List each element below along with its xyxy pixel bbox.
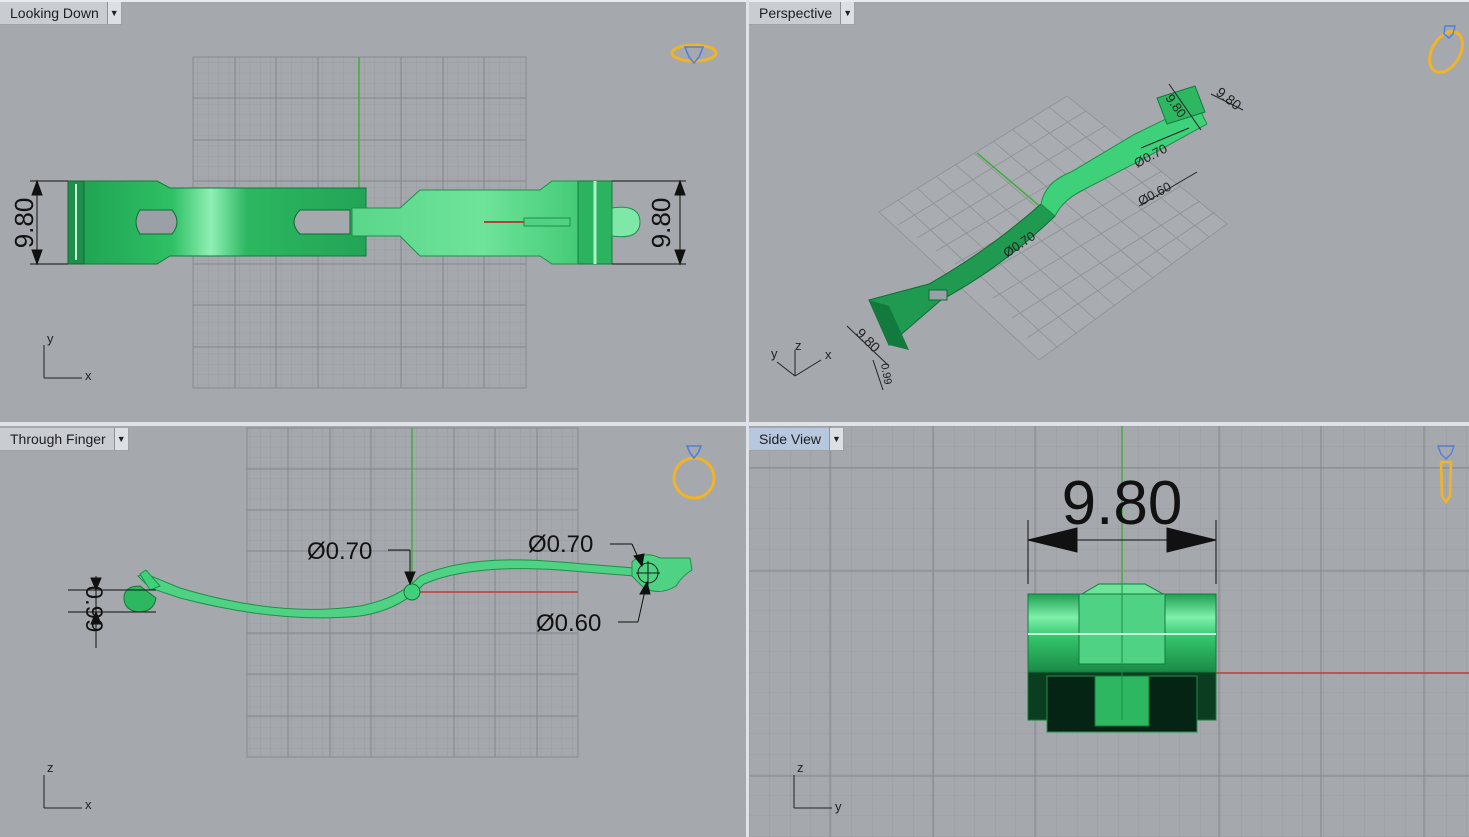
viewport-scene: 0.99 Ø0.70 Ø0.70 Ø0.60 x z bbox=[43, 427, 716, 812]
viewport-divider-horizontal[interactable] bbox=[0, 422, 1469, 426]
ring-gem-icon[interactable] bbox=[672, 445, 716, 500]
viewport-perspective[interactable]: Perspective ▼ 9.80 9.80 Ø0.70 Ø0.60 Ø0.7… bbox=[749, 0, 1469, 422]
ring-gem-icon[interactable] bbox=[1423, 25, 1469, 78]
viewport-tab-looking-down[interactable]: Looking Down ▼ bbox=[0, 2, 122, 25]
viewport-through-finger[interactable]: Through Finger ▼ 0.99 Ø0.70 Ø0.70 Ø0.60 … bbox=[0, 426, 746, 837]
axis-label-y: y bbox=[47, 331, 54, 346]
viewport-title: Through Finger bbox=[10, 431, 106, 447]
axis-label-z: z bbox=[47, 760, 54, 775]
dim-left-label: 9.80 bbox=[9, 198, 39, 249]
viewport-divider-vertical[interactable] bbox=[746, 0, 749, 837]
axis-indicator bbox=[43, 775, 82, 809]
chevron-down-icon[interactable]: ▼ bbox=[840, 2, 855, 24]
dim-right-label: 9.80 bbox=[646, 198, 676, 249]
clasp-model[interactable] bbox=[67, 180, 641, 265]
viewport-scene: 9.80 9.80 Ø0.70 Ø0.60 Ø0.70 9.80 0.99 x … bbox=[771, 25, 1469, 391]
ring-gem-icon[interactable] bbox=[670, 43, 718, 65]
viewport-tab-side-view[interactable]: Side View ▼ bbox=[749, 428, 845, 451]
viewport-tab-perspective[interactable]: Perspective ▼ bbox=[749, 2, 856, 25]
viewport-tab-through-finger[interactable]: Through Finger ▼ bbox=[0, 428, 129, 451]
viewport-side-view[interactable]: Side View ▼ 9.80 y z bbox=[749, 426, 1469, 837]
viewport-title: Looking Down bbox=[10, 5, 99, 21]
dia-mid-label: Ø0.70 bbox=[307, 538, 372, 565]
diameter-leader-top bbox=[610, 543, 645, 568]
dia-right-bottom-label: Ø0.60 bbox=[536, 610, 601, 637]
axis-indicator bbox=[43, 345, 82, 379]
window-top-edge bbox=[0, 0, 1469, 2]
axis-label-x: x bbox=[85, 797, 92, 812]
axis-label-x: x bbox=[85, 368, 92, 383]
dia-right-top-label: Ø0.70 bbox=[528, 531, 593, 558]
chevron-down-icon[interactable]: ▼ bbox=[113, 428, 128, 450]
axis-indicator bbox=[776, 350, 822, 377]
clasp-end-view[interactable] bbox=[1027, 583, 1217, 733]
dim-width-label: 9.80 bbox=[1062, 469, 1183, 538]
dim-thickness-label: 0.99 bbox=[80, 586, 107, 633]
viewport-scene: 9.80 y z bbox=[749, 426, 1469, 837]
axis-label-y: y bbox=[771, 346, 778, 361]
chevron-down-icon[interactable]: ▼ bbox=[829, 428, 844, 450]
dim-f: 9.80 bbox=[853, 325, 884, 356]
axis-label-z: z bbox=[795, 338, 802, 353]
viewport-title: Side View bbox=[759, 431, 822, 447]
viewport-scene: 9.80 9.80 x y bbox=[9, 43, 718, 389]
viewport-title: Perspective bbox=[759, 5, 833, 21]
viewport-looking-down[interactable]: Looking Down ▼ 9.80 9.80 x y bbox=[0, 0, 746, 422]
axis-label-x: x bbox=[825, 347, 832, 362]
diameter-leader-bottom bbox=[618, 580, 651, 623]
chevron-down-icon[interactable]: ▼ bbox=[106, 2, 121, 24]
axis-label-z: z bbox=[797, 760, 804, 775]
axis-label-y: y bbox=[835, 799, 842, 814]
